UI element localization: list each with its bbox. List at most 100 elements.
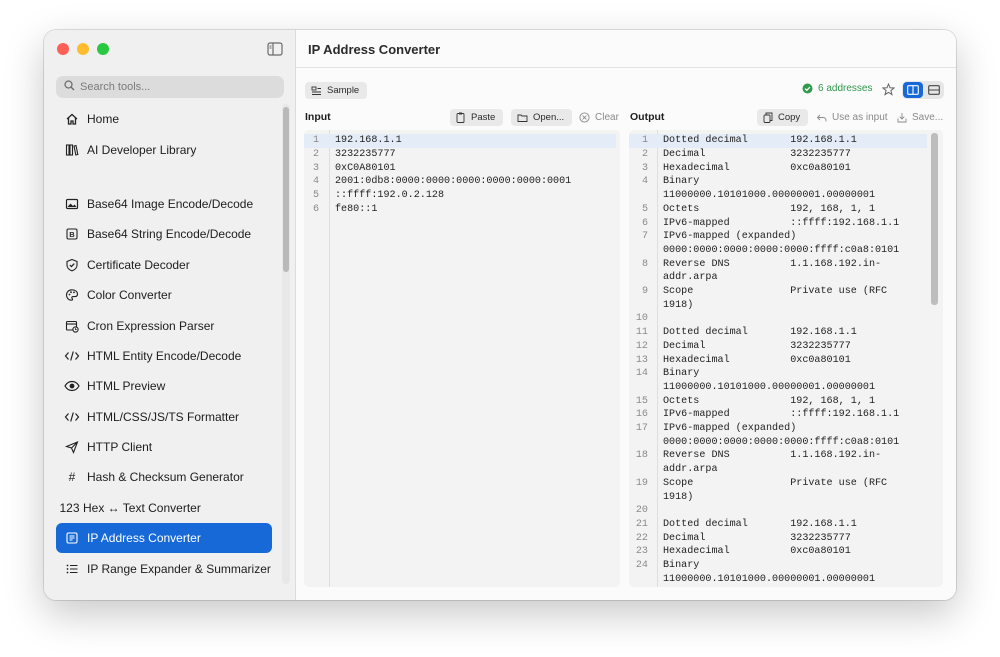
split-view-icon[interactable]: [903, 82, 923, 98]
save-button[interactable]: Save...: [897, 112, 943, 123]
line-text: addr.arpa: [663, 272, 718, 284]
sidebar-item-cron-parser[interactable]: Cron Expression Parser: [56, 310, 272, 340]
sidebar-item-html-preview[interactable]: HTML Preview: [56, 371, 272, 401]
line-text: 11000000.10101000.00000001.00000001: [663, 573, 876, 585]
sidebar-item-home[interactable]: Home: [56, 104, 272, 134]
undo-arrow-icon: [816, 113, 827, 123]
output-line: 7 IPv6-mapped (expanded): [629, 230, 927, 244]
sidebar-toggle-icon[interactable]: [267, 42, 283, 56]
line-text: IPv6-mapped (expanded): [663, 423, 797, 435]
copy-button[interactable]: Copy: [757, 109, 809, 126]
eye-icon: [64, 378, 80, 394]
line-text: 3232235777: [335, 149, 396, 161]
line-number: 14: [635, 368, 648, 380]
close-window-button[interactable]: [57, 43, 69, 55]
input-line: 2 3232235777: [304, 148, 616, 162]
output-line: 0000:0000:0000:0000:0000:ffff:c0a8:0101: [629, 244, 927, 258]
sidebar-item-html-entity[interactable]: HTML Entity Encode/Decode: [56, 341, 272, 371]
page-title: IP Address Converter: [308, 42, 441, 57]
sidebar-item-ai-developer-library[interactable]: AI Developer Library: [56, 134, 272, 164]
sidebar-item-ip-address-converter[interactable]: IP Address Converter: [56, 523, 272, 554]
line-number: 1: [312, 135, 319, 147]
output-line: 24 Binary: [629, 559, 927, 573]
output-line: 0000:0000:0000:0000:0000:ffff:c0a8:0101: [629, 435, 927, 449]
zoom-window-button[interactable]: [97, 43, 109, 55]
output-line: 12 Decimal 3232235777: [629, 340, 927, 354]
copy-icon: [763, 112, 773, 123]
use-as-input-button[interactable]: Use as input: [816, 112, 888, 123]
123-icon: 123: [59, 500, 80, 515]
line-number: 5: [641, 203, 648, 215]
output-line: 18 Reverse DNS 1.1.168.192.in-: [629, 449, 927, 463]
check-circle-icon: [802, 83, 813, 94]
status-text: 6 addresses: [818, 83, 873, 94]
sidebar-item-label: Color Converter: [87, 288, 172, 303]
open-button[interactable]: Open...: [511, 109, 573, 126]
output-line: 17 IPv6-mapped (expanded): [629, 422, 927, 436]
line-text: 11000000.10101000.00000001.00000001: [663, 381, 876, 393]
hash-icon: #: [68, 470, 76, 485]
line-text: IPv6-mapped (expanded): [663, 231, 797, 243]
sidebar-item-hash-generator[interactable]: # Hash & Checksum Generator: [56, 462, 272, 492]
sidebar-item-label: Base64 String Encode/Decode: [87, 227, 252, 242]
line-number: 19: [635, 477, 648, 489]
folder-icon: [517, 113, 528, 123]
line-text: Hexadecimal 0xc0a80101: [663, 162, 851, 174]
output-line: 1 Dotted decimal 192.168.1.1: [629, 134, 927, 148]
line-text: 0000:0000:0000:0000:0000:ffff:c0a8:0101: [663, 436, 900, 448]
sidebar-item-label: HTTP Client: [87, 440, 153, 455]
sidebar-item-label: Hash & Checksum Generator: [87, 470, 244, 485]
output-scroll-thumb[interactable]: [931, 133, 938, 305]
sidebar-item-label: Hex ↔ Text Converter: [83, 500, 201, 515]
paste-button[interactable]: Paste: [450, 109, 504, 126]
line-number: 6: [312, 203, 319, 215]
output-line: 23 Hexadecimal 0xc0a80101: [629, 545, 927, 559]
output-line: 8 Reverse DNS 1.1.168.192.in-: [629, 257, 927, 271]
input-label: Input: [305, 111, 331, 123]
sidebar-item-certificate-decoder[interactable]: Certificate Decoder: [56, 250, 272, 280]
line-number: 23: [635, 546, 648, 558]
sidebar-item-hex-text[interactable]: 123 Hex ↔ Text Converter: [56, 493, 272, 523]
search-input[interactable]: [80, 81, 270, 93]
sidebar-scroll-thumb[interactable]: [283, 107, 289, 272]
sidebar-item-base64-image[interactable]: Base64 Image Encode/Decode: [56, 189, 272, 219]
line-text: 1918): [663, 299, 694, 311]
line-number: 18: [635, 450, 648, 462]
line-text: fe80::1: [335, 203, 378, 215]
output-line: 1918): [629, 298, 927, 312]
star-icon[interactable]: [881, 82, 896, 101]
code-icon: [64, 348, 80, 364]
sidebar-item-label: Certificate Decoder: [87, 257, 190, 272]
sidebar-item-http-client[interactable]: HTTP Client: [56, 432, 272, 462]
output-line: addr.arpa: [629, 463, 927, 477]
clear-button[interactable]: Clear: [579, 112, 619, 123]
input-editor[interactable]: 1 192.168.1.1 2 3232235777 3 0xC0A80101 4 2001:…: [304, 130, 620, 587]
output-editor[interactable]: 1 Dotted decimal 192.168.1.1 2 Decimal 3232…: [629, 130, 943, 587]
sidebar-item-ip-range-expander[interactable]: IP Range Expander & Summarizer: [56, 553, 272, 583]
line-number: 12: [635, 340, 648, 352]
line-text: Decimal 3232235777: [663, 532, 851, 544]
library-icon: [64, 142, 80, 158]
send-icon: [64, 439, 80, 455]
paste-label: Paste: [471, 112, 496, 123]
output-line: 3 Hexadecimal 0xc0a80101: [629, 161, 927, 175]
sidebar-item-label: IP Address Converter: [87, 531, 201, 546]
minimize-window-button[interactable]: [77, 43, 89, 55]
line-text: ::ffff:192.0.2.128: [335, 190, 445, 202]
image-icon: [64, 196, 80, 212]
layout-toggle[interactable]: [902, 81, 944, 99]
sidebar-item-label: HTML Entity Encode/Decode: [87, 348, 242, 363]
input-line: 5::ffff:192.0.2.128: [304, 189, 616, 203]
line-number: 2: [641, 149, 648, 161]
sidebar-item-formatter[interactable]: HTML/CSS/JS/TS Formatter: [56, 402, 272, 432]
sidebar-item-base64-string[interactable]: B Base64 String Encode/Decode: [56, 219, 272, 249]
copy-label: Copy: [778, 112, 801, 123]
sample-button[interactable]: Sample: [305, 82, 368, 99]
line-number: 21: [635, 518, 648, 530]
sidebar-scrollbar[interactable]: [282, 104, 290, 584]
output-line: 13 Hexadecimal 0xc0a80101: [629, 353, 927, 367]
search-field[interactable]: [56, 76, 284, 98]
sidebar-item-color-converter[interactable]: Color Converter: [56, 280, 272, 310]
output-line: 15 Octets 192, 168, 1, 1: [629, 394, 927, 408]
stacked-view-icon[interactable]: [924, 82, 943, 98]
